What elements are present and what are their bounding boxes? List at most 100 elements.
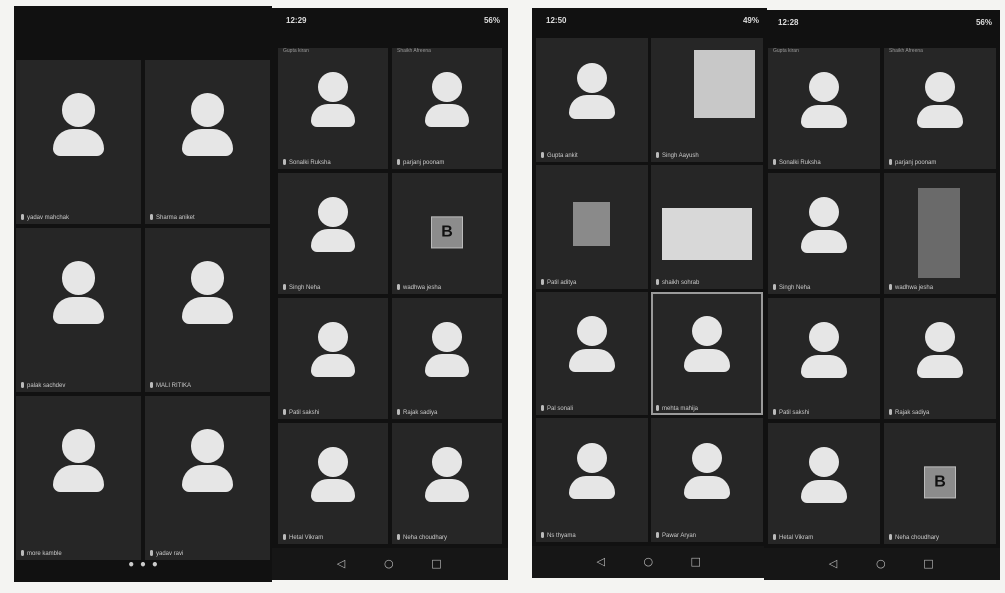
- mic-icon: [541, 532, 544, 538]
- mic-icon: [397, 534, 400, 540]
- avatar-head-icon: [432, 447, 462, 477]
- mic-icon: [773, 159, 776, 165]
- avatar-body-icon: [569, 475, 615, 500]
- page-indicator-dots[interactable]: • • •: [14, 558, 272, 572]
- system-nav-bar: ◁ ○ □: [272, 548, 508, 580]
- mic-icon: [656, 405, 659, 412]
- avatar-body-icon: [801, 229, 847, 254]
- participant-tile[interactable]: Hetal Vikram: [278, 423, 388, 544]
- participant-name: wadhwa jesha: [397, 284, 498, 291]
- participant-name: yadav mahchak: [21, 214, 137, 221]
- participant-name-text: Neha choudhary: [895, 535, 940, 541]
- back-nav-icon[interactable]: ◁: [597, 555, 605, 568]
- participant-tile[interactable]: Patil aditya: [536, 164, 648, 289]
- participant-name-text: Sharma aniket: [156, 215, 195, 221]
- participant-tile[interactable]: more kamble: [16, 396, 141, 560]
- participant-name-text: Rajak sadiya: [895, 410, 930, 416]
- mic-icon: [283, 409, 286, 415]
- participant-name-text: Hetal Vikram: [779, 535, 814, 541]
- participant-name: Ns thyama: [541, 532, 644, 539]
- participant-name-text: Singh Aayush: [662, 152, 699, 159]
- participant-name-text: Pawar Aryan: [662, 533, 697, 539]
- participant-name: shaikh sohrab: [656, 278, 759, 286]
- participant-tile[interactable]: Shaikh Afreena parjanj poonam: [884, 48, 996, 169]
- status-battery: 56%: [483, 16, 500, 25]
- participant-name: Singh Neha: [283, 284, 384, 291]
- participant-name: Sharma aniket: [150, 214, 266, 221]
- participant-tile[interactable]: Singh Neha: [278, 173, 388, 294]
- participant-name: palak sachdev: [21, 382, 137, 389]
- video-thumbnail: [917, 187, 961, 279]
- participant-name: parjanj poonam: [889, 159, 992, 166]
- participant-name-text: Rajak sadiya: [403, 410, 438, 416]
- participant-tile[interactable]: yadav mahchak: [16, 60, 141, 224]
- participant-name-text: wadhwa jesha: [895, 285, 934, 291]
- avatar-head-icon: [61, 428, 96, 463]
- mic-icon: [656, 151, 659, 158]
- home-nav-icon[interactable]: ○: [644, 555, 654, 568]
- participant-name-text: palak sachdev: [27, 383, 66, 389]
- status-battery: 56%: [975, 18, 992, 27]
- participant-grid: Gupta kiran Sonalki Ruksha Shaikh Afreena p…: [278, 48, 502, 544]
- status-battery: 49%: [742, 16, 759, 25]
- participant-tile[interactable]: Hetal Vikram: [768, 423, 880, 544]
- avatar-head-icon: [691, 316, 723, 347]
- recents-nav-icon[interactable]: □: [431, 557, 441, 570]
- avatar-body-icon: [801, 104, 847, 129]
- participant-name-text: Patil sakshi: [779, 410, 810, 416]
- avatar-body-icon: [53, 297, 104, 324]
- mic-icon: [283, 534, 286, 540]
- participant-tile[interactable]: Singh Aayush: [651, 38, 763, 162]
- participant-tile[interactable]: Bwadhwa jesha: [392, 173, 502, 294]
- participant-tile[interactable]: MALI RITIKA: [145, 228, 270, 392]
- participant-tile[interactable]: Singh Neha: [768, 173, 880, 294]
- avatar-body-icon: [684, 475, 730, 500]
- participant-name-text: MALI RITIKA: [156, 383, 192, 389]
- participant-name-text: parjanj poonam: [895, 160, 937, 166]
- participant-tile[interactable]: Sharma aniket: [145, 60, 270, 224]
- video-thumbnail: [693, 50, 756, 119]
- avatar-head-icon: [190, 260, 225, 295]
- participant-tile[interactable]: Neha choudhary: [392, 423, 502, 544]
- participant-tile[interactable]: Patil sakshi: [768, 298, 880, 419]
- participant-tile[interactable]: mehta mahija: [651, 291, 763, 416]
- mic-icon: [773, 409, 776, 415]
- mic-icon: [283, 284, 286, 290]
- participant-tile[interactable]: palak sachdev: [16, 228, 141, 392]
- participant-tile[interactable]: Rajak sadiya: [392, 298, 502, 419]
- mic-icon: [889, 159, 892, 165]
- previous-row-name: Gupta kiran: [283, 48, 309, 54]
- participant-tile[interactable]: Pal sonali: [536, 291, 648, 416]
- avatar-body-icon: [424, 104, 470, 128]
- avatar-head-icon: [190, 92, 225, 127]
- meeting-screen-1: yadav mahchak Sharma aniket palak sachdev M…: [14, 6, 272, 582]
- participant-tile[interactable]: yadav ravi: [145, 396, 270, 560]
- participant-tile[interactable]: Shaikh Afreena parjanj poonam: [392, 48, 502, 169]
- participant-tile[interactable]: shaikh sohrab: [651, 164, 763, 289]
- avatar-head-icon: [576, 443, 608, 474]
- previous-row-name: Shaikh Afreena: [889, 48, 923, 54]
- participant-name-text: Pal sonali: [547, 406, 574, 413]
- participant-tile[interactable]: Gupta ankit: [536, 38, 648, 162]
- participant-tile[interactable]: B Neha choudhary: [884, 423, 996, 544]
- participant-tile[interactable]: Rajak sadiya: [884, 298, 996, 419]
- home-nav-icon[interactable]: ○: [876, 557, 886, 570]
- back-nav-icon[interactable]: ◁: [337, 557, 345, 570]
- participant-name: yadav ravi: [150, 550, 266, 557]
- participant-tile[interactable]: Gupta kiran Sonalki Ruksha: [278, 48, 388, 169]
- participant-name-text: wadhwa jesha: [403, 285, 442, 291]
- recents-nav-icon[interactable]: □: [691, 555, 701, 568]
- mic-icon: [397, 159, 400, 165]
- participant-tile[interactable]: wadhwa jesha: [884, 173, 996, 294]
- previous-row-name: Shaikh Afreena: [397, 48, 431, 54]
- participant-name-text: Gupta ankit: [547, 152, 578, 159]
- home-nav-icon[interactable]: ○: [384, 557, 394, 570]
- participant-tile[interactable]: Ns thyama: [536, 418, 648, 542]
- participant-tile[interactable]: Pawar Aryan: [651, 418, 763, 542]
- participant-tile[interactable]: Patil sakshi: [278, 298, 388, 419]
- avatar-head-icon: [808, 322, 840, 353]
- recents-nav-icon[interactable]: □: [923, 557, 933, 570]
- back-nav-icon[interactable]: ◁: [829, 557, 837, 570]
- participant-tile[interactable]: Gupta kiran Sonalki Ruksha: [768, 48, 880, 169]
- participant-name-text: more kamble: [27, 551, 62, 557]
